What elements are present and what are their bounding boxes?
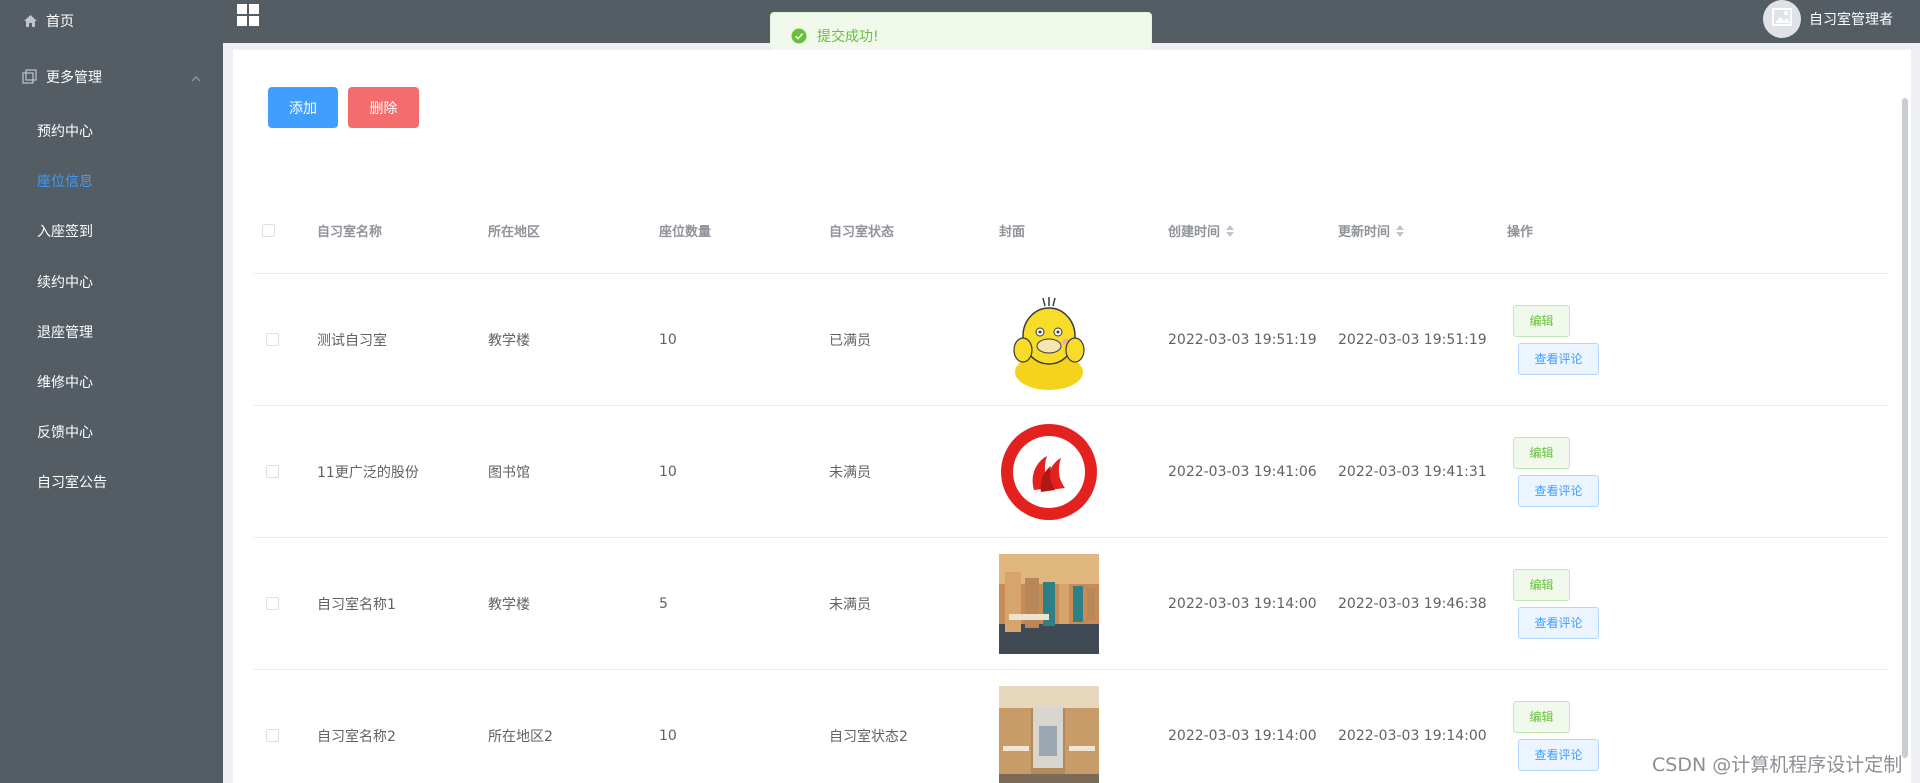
sidebar-item-label: 入座签到 [37, 224, 93, 240]
cell-created: 2022-03-03 19:14:00 [1168, 727, 1317, 744]
cell-seats: 10 [659, 331, 677, 348]
cover-image [999, 274, 1099, 405]
sidebar-item-label: 维修中心 [37, 375, 93, 391]
column-header-area: 所在地区 [488, 225, 541, 240]
sidebar-item-label: 座位信息 [37, 174, 93, 190]
edit-button[interactable]: 编辑 [1513, 304, 1570, 337]
column-header-seats: 座位数量 [659, 225, 712, 240]
table-row[interactable]: 自习室名称2 所在地区2 10 自习室状态2 2022-03-03 19:14:00 20… [253, 670, 1888, 783]
view-comments-button[interactable]: 查看评论 [1518, 738, 1599, 771]
table-header: 自习室名称 所在地区 座位数量 自习室状态 封面 创建时间 更新时间 操作 [253, 188, 1888, 274]
cell-seats: 5 [659, 595, 668, 612]
view-comments-button[interactable]: 查看评论 [1518, 606, 1599, 639]
cover-image [999, 670, 1099, 783]
sidebar-item-more[interactable]: 更多管理 [0, 56, 223, 98]
sort-icon[interactable] [1396, 224, 1405, 237]
edit-button[interactable]: 编辑 [1513, 436, 1570, 469]
cell-created: 2022-03-03 19:51:19 [1168, 331, 1317, 348]
column-header-name: 自习室名称 [317, 225, 383, 240]
table-row[interactable]: 11更广泛的股份 图书馆 10 未满员 2022-03-03 19:41:06 2022-… [253, 406, 1888, 538]
cell-status: 未满员 [829, 596, 871, 613]
delete-button[interactable]: 删除 [348, 87, 419, 128]
edit-button[interactable]: 编辑 [1513, 700, 1570, 733]
cell-area: 图书馆 [488, 464, 530, 481]
cell-seats: 10 [659, 727, 677, 744]
cell-area: 教学楼 [488, 332, 530, 349]
sort-icon[interactable] [1226, 224, 1235, 237]
sidebar-item-label: 退座管理 [37, 325, 93, 341]
avatar[interactable] [1763, 0, 1801, 38]
cell-name: 自习室名称1 [317, 596, 396, 613]
home-icon [22, 13, 38, 29]
cover-image [999, 406, 1099, 537]
sidebar-item-2[interactable]: 入座签到 [0, 206, 223, 256]
cell-created: 2022-03-03 19:41:06 [1168, 463, 1317, 480]
sidebar-item-3[interactable]: 续约中心 [0, 257, 223, 307]
scrollbar[interactable] [1902, 98, 1908, 758]
cell-name: 自习室名称2 [317, 728, 396, 745]
column-header-cover: 封面 [999, 225, 1026, 240]
sidebar-more-label: 更多管理 [46, 70, 102, 86]
edit-button[interactable]: 编辑 [1513, 568, 1570, 601]
sidebar-item-home[interactable]: 首页 [0, 0, 223, 42]
grid-icon[interactable] [237, 4, 259, 26]
chevron-up-icon [191, 70, 201, 86]
view-comments-button[interactable]: 查看评论 [1518, 342, 1599, 375]
sidebar-item-0[interactable]: 预约中心 [0, 106, 223, 156]
column-header-updated-label: 更新时间 [1338, 225, 1391, 240]
view-comments-button[interactable]: 查看评论 [1518, 474, 1599, 507]
cell-seats: 10 [659, 463, 677, 480]
image-icon [1772, 8, 1792, 30]
cell-name: 11更广泛的股份 [317, 464, 419, 481]
cell-status: 已满员 [829, 332, 871, 349]
row-checkbox[interactable] [266, 333, 279, 346]
cover-image [999, 538, 1099, 669]
sidebar-item-7[interactable]: 自习室公告 [0, 457, 223, 507]
cell-area: 教学楼 [488, 596, 530, 613]
column-header-actions: 操作 [1507, 225, 1534, 240]
sidebar-item-1[interactable]: 座位信息 [0, 156, 223, 206]
row-checkbox[interactable] [266, 465, 279, 478]
watermark: CSDN @计算机程序设计定制 [1652, 754, 1903, 776]
sidebar-item-label: 续约中心 [37, 275, 93, 291]
row-checkbox[interactable] [266, 597, 279, 610]
cell-name: 测试自习室 [317, 332, 387, 349]
cell-updated: 2022-03-03 19:51:19 [1338, 331, 1487, 348]
column-header-created-label: 创建时间 [1168, 225, 1221, 240]
cell-updated: 2022-03-03 19:46:38 [1338, 595, 1487, 612]
user-name[interactable]: 自习室管理者 [1809, 9, 1893, 29]
row-checkbox[interactable] [266, 729, 279, 742]
cell-created: 2022-03-03 19:14:00 [1168, 595, 1317, 612]
table-row[interactable]: 自习室名称1 教学楼 5 未满员 2022-03-03 19:14:00 2022-03-… [253, 538, 1888, 670]
sidebar-item-label: 自习室公告 [37, 475, 107, 491]
cell-status: 自习室状态2 [829, 728, 908, 745]
cell-updated: 2022-03-03 19:41:31 [1338, 463, 1487, 480]
column-header-updated[interactable]: 更新时间 [1338, 188, 1405, 273]
sidebar-item-label: 预约中心 [37, 124, 93, 140]
column-header-status: 自习室状态 [829, 225, 895, 240]
select-all-checkbox[interactable] [262, 224, 275, 237]
check-circle-icon [791, 28, 807, 44]
sidebar-item-6[interactable]: 反馈中心 [0, 407, 223, 457]
add-button[interactable]: 添加 [268, 87, 338, 128]
sidebar: 首页 更多管理 预约中心座位信息入座签到续约中心退座管理维修中心反馈中心自习室公… [0, 0, 223, 783]
table-row[interactable]: 测试自习室 教学楼 10 已满员 2022-03-03 19:51:19 2022-03-… [253, 274, 1888, 406]
sidebar-item-4[interactable]: 退座管理 [0, 307, 223, 357]
column-header-created[interactable]: 创建时间 [1168, 188, 1235, 273]
sidebar-home-label: 首页 [46, 14, 74, 30]
cell-status: 未满员 [829, 464, 871, 481]
cell-area: 所在地区2 [488, 728, 553, 745]
sidebar-item-label: 反馈中心 [37, 425, 93, 441]
main-panel: 添加 删除 自习室名称 所在地区 座位数量 自习室状态 封面 创建时间 更新时间… [233, 50, 1911, 783]
cell-updated: 2022-03-03 19:14:00 [1338, 727, 1487, 744]
toast-message: 提交成功! [817, 28, 879, 45]
copy-icon [22, 69, 38, 85]
sidebar-item-5[interactable]: 维修中心 [0, 357, 223, 407]
